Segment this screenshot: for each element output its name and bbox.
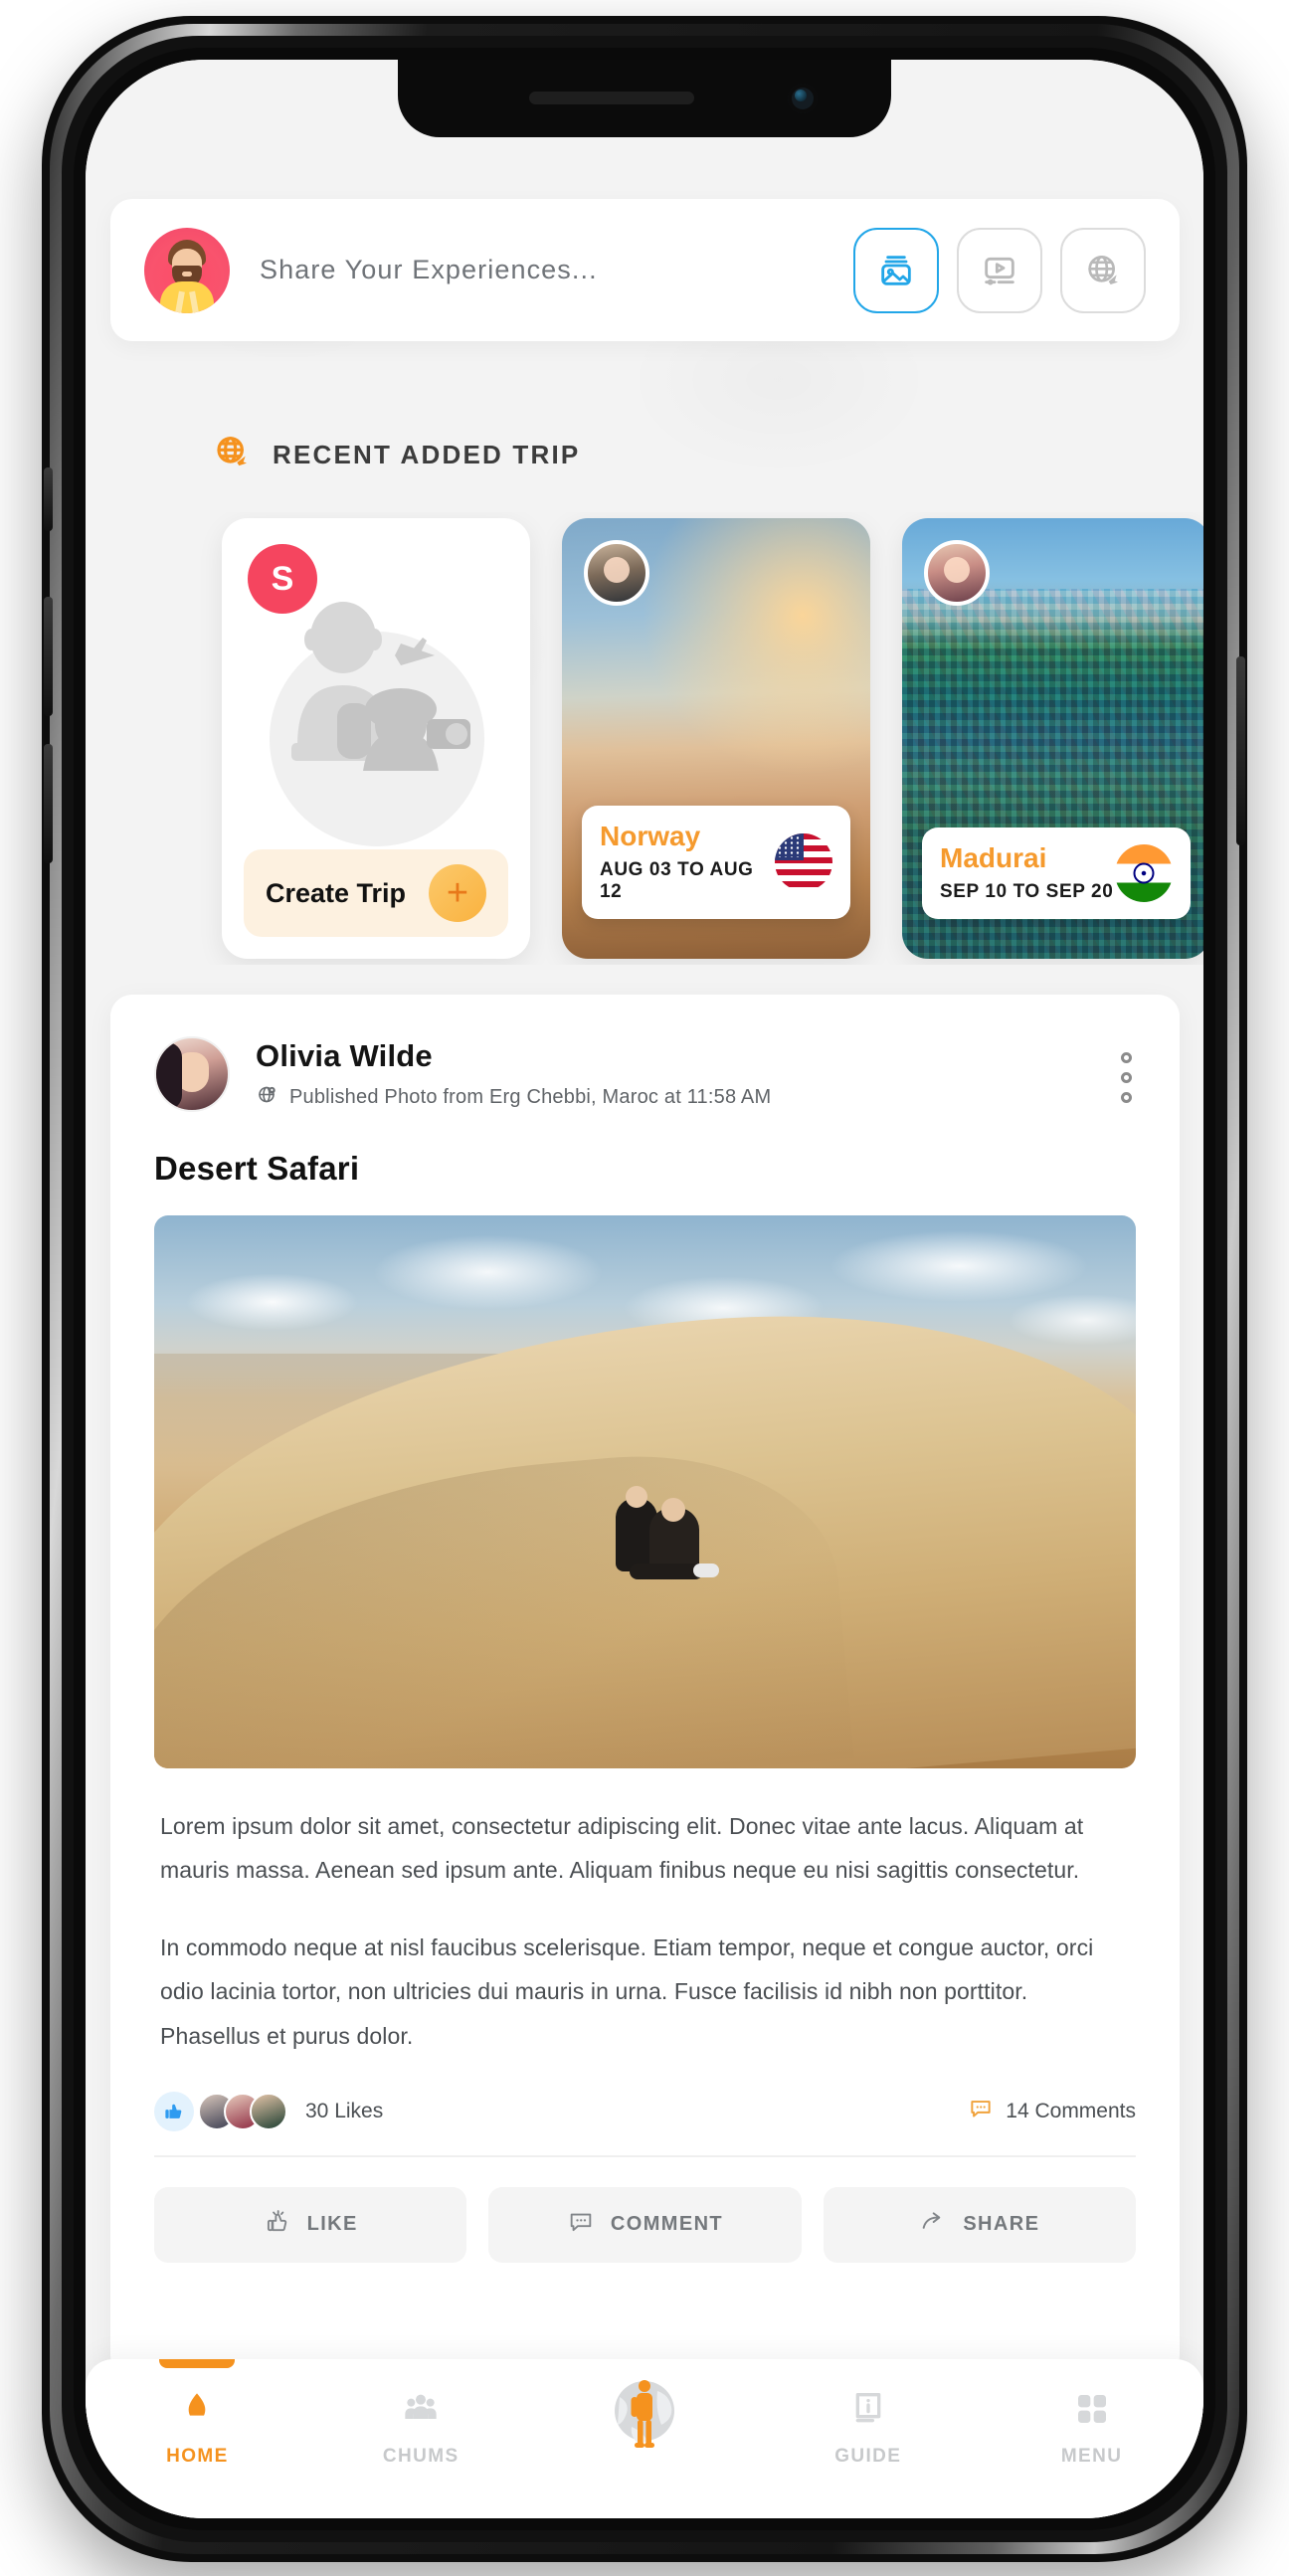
share-arrow-icon [919, 2208, 947, 2241]
create-trip-button[interactable]: Create Trip + [244, 849, 508, 937]
post-paragraph: Lorem ipsum dolor sit amet, consectetur … [160, 1813, 1084, 1884]
screenshot-stage: Share Your Experiences... RECENT ADDED T… [0, 0, 1289, 2576]
create-trip-card[interactable]: S Create Trip + [222, 518, 530, 959]
earpiece-speaker [529, 92, 694, 104]
phone-screen: Share Your Experiences... RECENT ADDED T… [86, 60, 1203, 2518]
seated-couple [606, 1486, 725, 1611]
liker-avatars [198, 2092, 287, 2130]
post-body: Lorem ipsum dolor sit amet, consectetur … [110, 1768, 1180, 2058]
front-camera [788, 84, 818, 113]
mute-switch[interactable] [44, 467, 53, 531]
likes-group[interactable]: 30 Likes [154, 2091, 968, 2131]
post-author-avatar[interactable] [154, 1036, 230, 1112]
grid-icon [1072, 2389, 1112, 2434]
share-button-label: SHARE [963, 2213, 1040, 2236]
trip-badge: S [248, 544, 317, 614]
add-photo-button[interactable] [853, 227, 939, 313]
post-paragraph: In commodo neque at nisl faucibus sceler… [160, 1934, 1094, 2049]
share-composer-bar[interactable]: Share Your Experiences... [110, 199, 1180, 341]
post-header: Olivia Wilde Published Photo from Erg Ch… [110, 995, 1180, 1112]
share-button[interactable]: SHARE [823, 2186, 1136, 2263]
globe-traveler-icon [602, 2371, 687, 2462]
section-title: RECENT ADDED TRIP [273, 440, 581, 469]
trip-name: Madurai [940, 842, 1047, 874]
nav-label: MENU [1060, 2446, 1123, 2467]
nav-item-home[interactable]: HOME [86, 2359, 309, 2468]
add-travel-button[interactable] [1060, 227, 1146, 313]
nav-item-chums[interactable]: CHUMS [309, 2389, 533, 2468]
post-actions-row: LIKE COMMENT SHARE [110, 2157, 1180, 2263]
traveler-photographer-illustration [252, 576, 500, 846]
current-user-avatar[interactable] [144, 227, 230, 313]
trip-card-madurai[interactable]: Madurai SEP 10 TO SEP 20 [902, 518, 1203, 959]
active-tab-indicator [159, 2359, 236, 2368]
nav-item-menu[interactable]: MENU [980, 2389, 1203, 2468]
comment-button-label: COMMENT [610, 2213, 724, 2236]
trip-card-norway[interactable]: Norway AUG 03 TO AUG 12 [562, 518, 870, 959]
volume-down-button[interactable] [44, 744, 53, 863]
share-input-placeholder[interactable]: Share Your Experiences... [260, 255, 853, 285]
feed-post-card: Olivia Wilde Published Photo from Erg Ch… [110, 995, 1180, 2377]
nav-label: HOME [166, 2446, 229, 2467]
globe-pin-icon [256, 1083, 279, 1112]
post-author-name[interactable]: Olivia Wilde [256, 1038, 1121, 1074]
power-button[interactable] [1236, 656, 1245, 845]
thumbs-up-icon [264, 2208, 291, 2241]
nav-item-explore[interactable] [533, 2371, 757, 2462]
like-button[interactable]: LIKE [154, 2186, 467, 2263]
image-icon [876, 251, 916, 290]
trip-info-panel: Madurai SEP 10 TO SEP 20 [922, 828, 1191, 919]
plus-icon[interactable]: + [429, 864, 486, 922]
trip-carousel-track: S Create Trip + Norway AUG 03 TO AUG 12 … [222, 518, 1203, 959]
post-photo[interactable] [154, 1215, 1136, 1768]
comment-button[interactable]: COMMENT [488, 2186, 802, 2263]
comments-count: 14 Comments [1006, 2099, 1136, 2122]
post-title: Desert Safari [154, 1150, 360, 1187]
people-icon [401, 2389, 441, 2434]
us-flag-icon [775, 833, 832, 892]
trip-carousel[interactable]: S Create Trip + Norway AUG 03 TO AUG 12 … [86, 512, 1203, 965]
bottom-navigation: HOME CHUMS GUIDE MENU [86, 2359, 1203, 2518]
likes-count: 30 Likes [305, 2099, 384, 2122]
trip-owner-avatar[interactable] [924, 540, 990, 606]
info-book-icon [848, 2389, 888, 2434]
add-video-button[interactable] [957, 227, 1042, 313]
app-root: Share Your Experiences... RECENT ADDED T… [86, 60, 1203, 2518]
share-action-group [853, 227, 1146, 313]
post-meta-text: Published Photo from Erg Chebbi, Maroc a… [289, 1086, 772, 1108]
volume-up-button[interactable] [44, 597, 53, 716]
like-button-label: LIKE [306, 2213, 358, 2236]
trip-owner-avatar[interactable] [584, 540, 649, 606]
nav-item-guide[interactable]: GUIDE [756, 2389, 980, 2468]
nav-label: GUIDE [834, 2446, 902, 2467]
home-icon [177, 2389, 217, 2434]
trip-dates: AUG 03 TO AUG 12 [600, 859, 754, 902]
create-trip-label: Create Trip [266, 877, 407, 908]
thumbs-up-icon [154, 2091, 194, 2131]
trip-info-panel: Norway AUG 03 TO AUG 12 [582, 806, 850, 919]
video-icon [980, 251, 1019, 290]
globe-plane-icon [213, 433, 253, 477]
post-engagement-row: 30 Likes 14 Comments [154, 2091, 1136, 2157]
trip-dates: SEP 10 TO SEP 20 [940, 881, 1114, 902]
comments-group[interactable]: 14 Comments [968, 2096, 1136, 2126]
comment-icon [567, 2208, 595, 2241]
trip-name: Norway [600, 821, 701, 852]
nav-label: CHUMS [382, 2446, 460, 2467]
india-flag-icon [1115, 844, 1173, 903]
globe-plane-icon [1083, 251, 1123, 290]
avatar [250, 2092, 287, 2130]
notch [398, 60, 891, 137]
comment-icon [968, 2096, 994, 2126]
recent-trip-section-header: RECENT ADDED TRIP [213, 433, 580, 477]
more-vertical-icon[interactable] [1121, 1036, 1136, 1103]
